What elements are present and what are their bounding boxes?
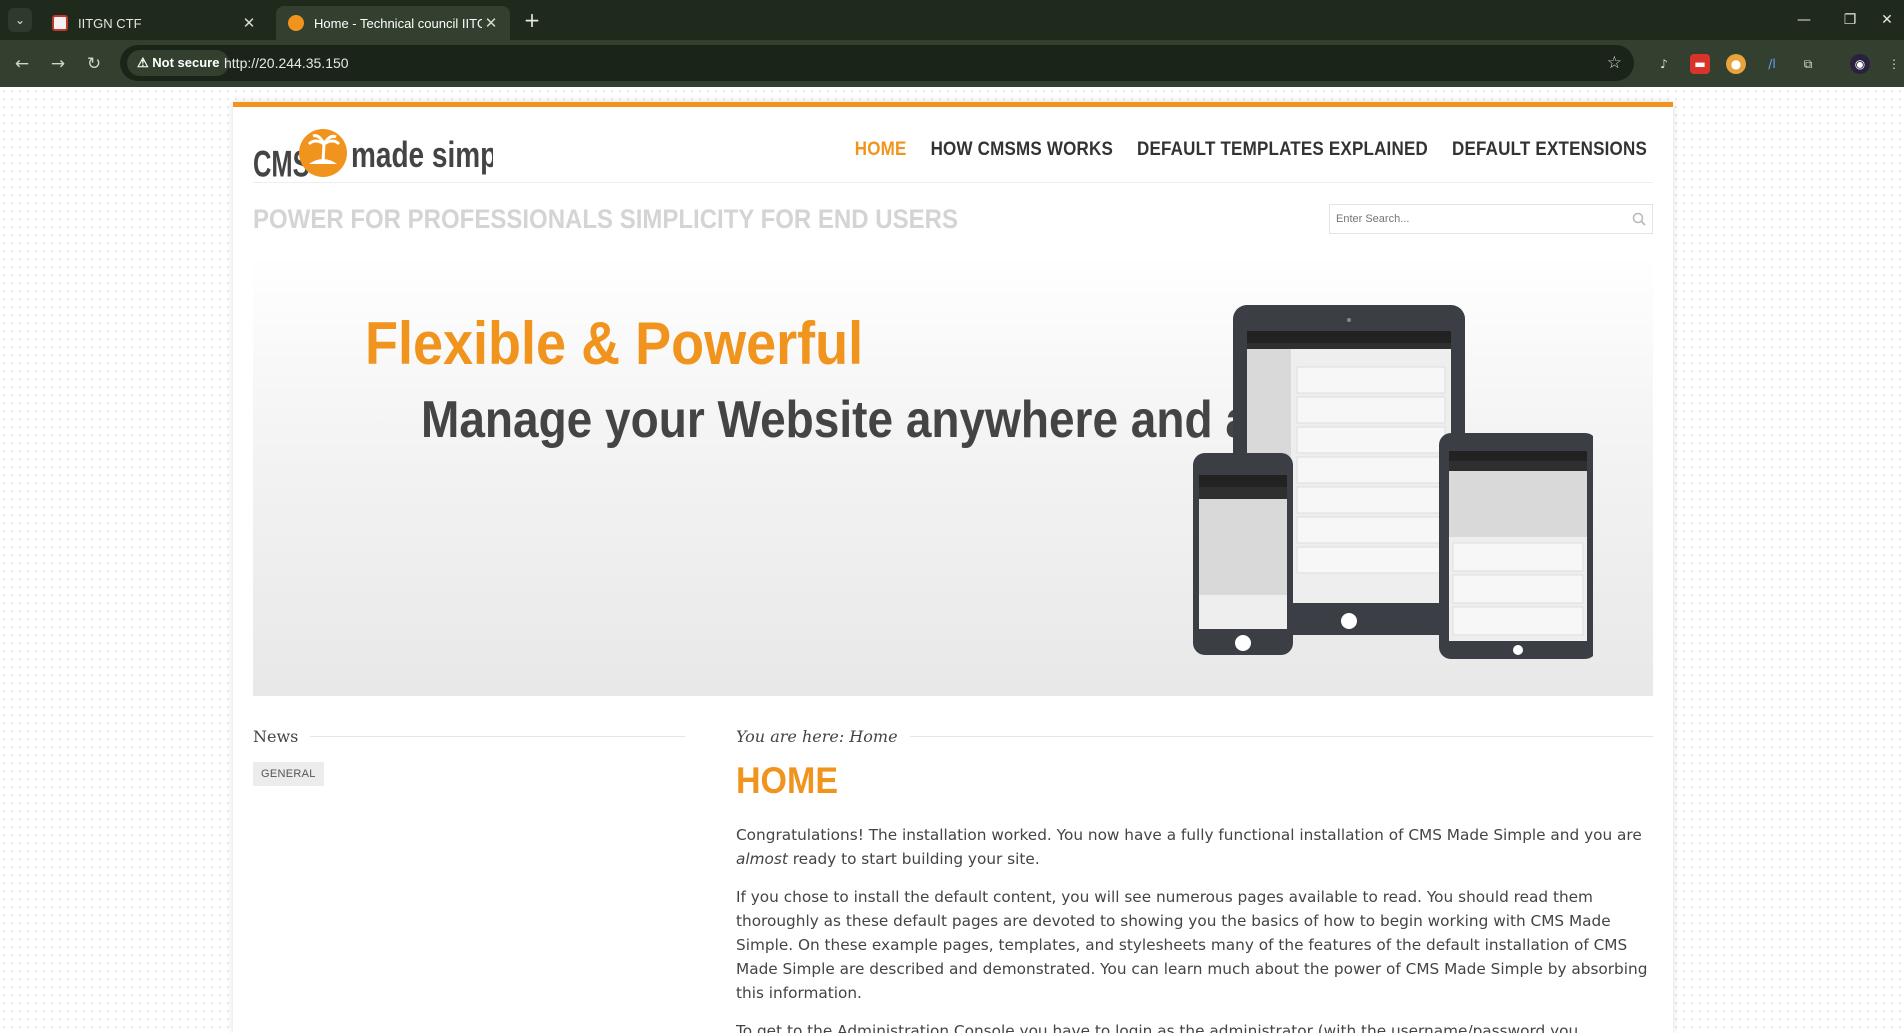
page-background: CMS made simple HOME HOW CMSMS WORKS DEF… — [0, 87, 1904, 1033]
tab-favicon-cmsms — [288, 15, 304, 31]
close-window-icon[interactable]: ✕ — [1872, 8, 1902, 32]
tab-title: Home - Technical council IITGN — [314, 15, 482, 31]
intro-paragraph: Congratulations! The installation worked… — [736, 823, 1653, 871]
tab-list-icon[interactable]: ⌄ — [8, 8, 32, 32]
breadcrumb: You are here: Home — [736, 727, 1653, 746]
news-title: News — [253, 727, 299, 746]
divider — [909, 736, 1653, 737]
devices-illustration — [1193, 305, 1593, 659]
forward-icon[interactable]: → — [44, 50, 72, 78]
new-tab-icon[interactable]: + — [520, 8, 544, 32]
extension-icon[interactable]: ● — [1726, 54, 1746, 74]
profile-avatar-icon[interactable]: ◉ — [1850, 54, 1870, 74]
intro-text-end: ready to start building your site. — [787, 850, 1040, 868]
search-input[interactable] — [1330, 205, 1610, 233]
site-tagline: POWER FOR PROFESSIONALS SIMPLICITY FOR E… — [253, 205, 958, 235]
menu-icon[interactable]: ⋮ — [1884, 54, 1904, 74]
bookmark-star-icon[interactable]: ☆ — [1607, 45, 1622, 81]
close-icon[interactable]: ✕ — [240, 14, 258, 32]
news-heading: News — [253, 727, 685, 746]
default-content-paragraph: If you chose to install the default cont… — [736, 888, 1648, 1002]
nav-default-extensions[interactable]: DEFAULT EXTENSIONS — [1452, 138, 1647, 161]
restore-icon[interactable]: ❐ — [1830, 8, 1870, 32]
nav-how-cmsms-works[interactable]: HOW CMSMS WORKS — [931, 138, 1113, 161]
tab-home-technical-council[interactable]: Home - Technical council IITGN ✕ — [276, 6, 510, 40]
intro-emphasis: almost — [736, 850, 788, 868]
reload-icon[interactable]: ↻ — [80, 50, 108, 78]
divider — [310, 736, 685, 737]
extension-icon[interactable]: ⧉ — [1798, 54, 1818, 74]
hero-banner: Flexible & Powerful Manage your Website … — [253, 255, 1653, 696]
admin-console-paragraph: To get to the Administration Console you… — [736, 1022, 1579, 1033]
nav-home[interactable]: HOME — [855, 138, 907, 161]
main-navigation: HOME HOW CMSMS WORKS DEFAULT TEMPLATES E… — [855, 138, 1647, 161]
news-sidebar: News GENERAL — [253, 727, 685, 786]
extension-icon[interactable]: /l — [1762, 54, 1782, 74]
extension-icon[interactable]: ♪ — [1654, 54, 1674, 74]
browser-toolbar: ← → ↻ ⚠ Not secure http://20.244.35.150 … — [0, 40, 1904, 87]
tab-favicon-iitgn — [52, 15, 68, 31]
svg-text:made simple: made simple — [351, 134, 493, 174]
banner-headline: Flexible & Powerful — [365, 310, 864, 378]
tab-iitgn-ctf[interactable]: IITGN CTF ✕ — [40, 6, 268, 40]
security-indicator[interactable]: ⚠ Not secure — [127, 50, 230, 76]
main-content: You are here: Home HOME Congratulations!… — [736, 727, 1653, 1033]
back-icon[interactable]: ← — [8, 50, 36, 78]
extension-icon[interactable]: ▬ — [1690, 54, 1710, 74]
address-bar[interactable]: ⚠ Not secure http://20.244.35.150 ☆ — [120, 45, 1634, 81]
page-title: HOME — [736, 760, 838, 802]
security-label: Not secure — [152, 55, 220, 70]
minimize-icon[interactable]: — — [1784, 8, 1824, 32]
breadcrumb-text: You are here: Home — [736, 727, 898, 746]
nav-default-templates-explained[interactable]: DEFAULT TEMPLATES EXPLAINED — [1137, 138, 1428, 161]
tab-bar: ⌄ IITGN CTF ✕ Home - Technical council I… — [0, 0, 1904, 40]
news-category-general[interactable]: GENERAL — [253, 762, 324, 786]
intro-text-start: Congratulations! The installation worked… — [736, 826, 1642, 844]
site-container: CMS made simple HOME HOW CMSMS WORKS DEF… — [233, 102, 1673, 1033]
warning-icon: ⚠ — [137, 55, 149, 70]
url-text[interactable]: http://20.244.35.150 — [224, 45, 349, 81]
header-divider — [253, 182, 1653, 183]
site-logo[interactable]: CMS made simple — [253, 124, 521, 185]
search-box — [1329, 204, 1653, 234]
close-icon[interactable]: ✕ — [482, 14, 500, 32]
tab-title: IITGN CTF — [78, 15, 142, 31]
search-icon[interactable] — [1632, 211, 1646, 230]
